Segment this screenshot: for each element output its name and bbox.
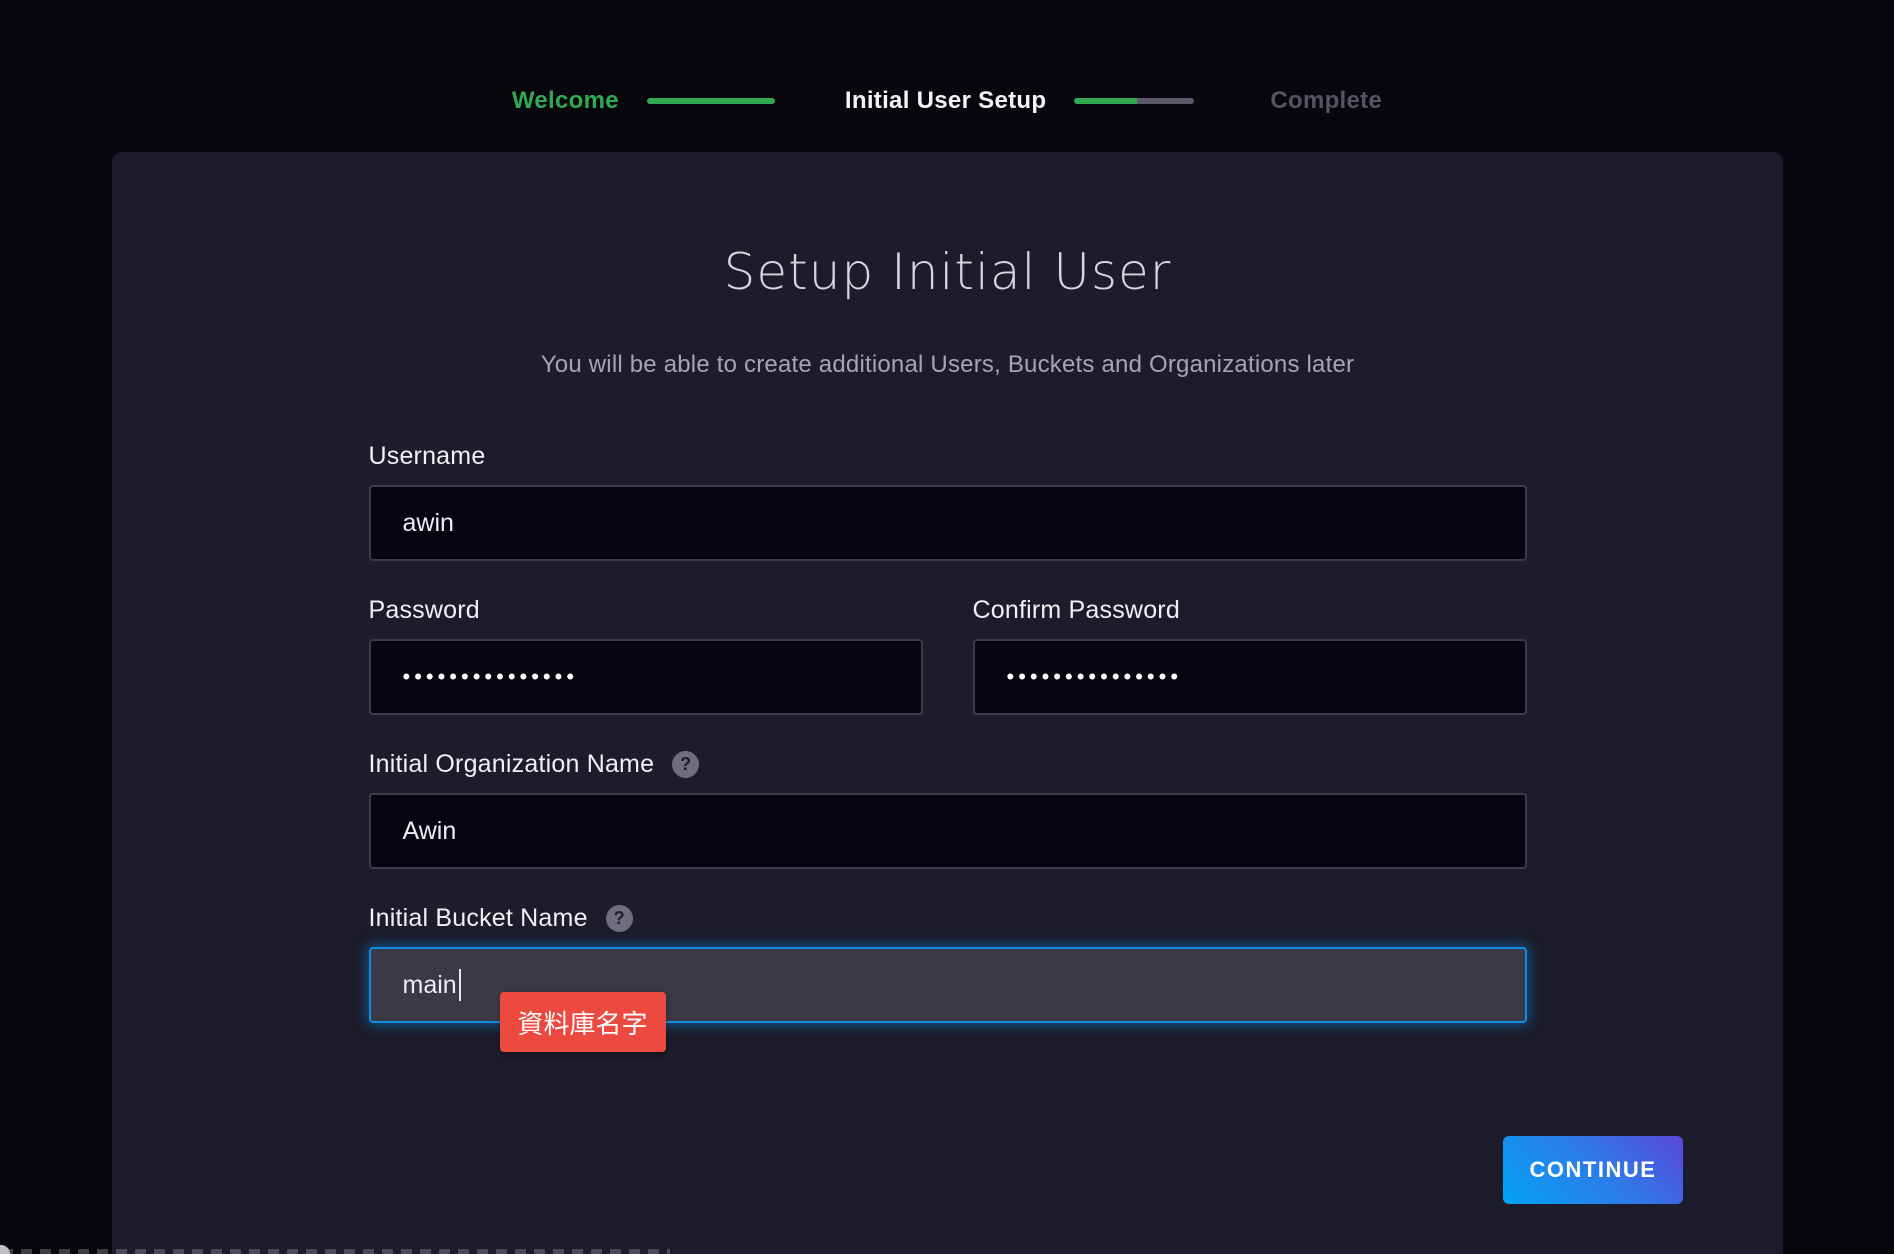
stepper-progress-line-2 [1074,98,1194,104]
text-caret [459,969,461,1001]
question-mark-icon[interactable]: ? [606,905,633,932]
confirm-password-value: ••••••••••••••• [1007,664,1183,690]
organization-block: Initial Organization Name ? Awin [369,749,1527,869]
bucket-input-wrapper: main 資料庫名字 [369,947,1527,1023]
password-block: Password ••••••••••••••• [369,595,923,715]
continue-button[interactable]: CONTINUE [1503,1136,1683,1204]
stepper-step-complete-label: Complete [1270,87,1382,114]
username-label: Username [369,441,1527,471]
bucket-value: main [403,971,457,1000]
setup-stepper: Welcome Initial User Setup Complete [0,78,1894,124]
password-input[interactable]: ••••••••••••••• [369,639,923,715]
initial-user-form: Username awin Password ••••••••••••••• [369,441,1527,1023]
stepper-step-initial-user-setup[interactable]: Initial User Setup [845,87,1046,115]
confirm-password-input[interactable]: ••••••••••••••• [973,639,1527,715]
setup-card: Setup Initial User You will be able to c… [112,152,1783,1254]
stepper-step-initial-user-setup-label: Initial User Setup [845,87,1046,114]
question-mark-icon[interactable]: ? [672,751,699,778]
stepper-progress-line-1 [647,98,775,104]
organization-input[interactable]: Awin [369,793,1527,869]
clipped-cursor-artifact [0,1245,10,1254]
page-subtitle: You will be able to create additional Us… [112,350,1783,380]
password-row: Password ••••••••••••••• Confirm Passwor… [369,595,1527,715]
stepper-step-welcome-label: Welcome [512,87,619,114]
page-title: Setup Initial User [112,242,1783,302]
password-label: Password [369,595,923,625]
username-block: Username awin [369,441,1527,561]
confirm-password-block: Confirm Password ••••••••••••••• [973,595,1527,715]
organization-label: Initial Organization Name ? [369,749,1527,779]
username-input[interactable]: awin [369,485,1527,561]
bucket-tooltip-text: 資料庫名字 [518,1004,648,1041]
bucket-label: Initial Bucket Name ? [369,903,1527,933]
stepper-progress-line-2-fill [1074,98,1136,104]
stepper-step-complete[interactable]: Complete [1270,87,1382,115]
password-value: ••••••••••••••• [403,664,579,690]
bucket-tooltip: 資料庫名字 [500,992,666,1052]
organization-value: Awin [403,817,457,846]
bucket-block: Initial Bucket Name ? main 資料庫名字 [369,903,1527,1023]
username-value: awin [403,509,454,538]
confirm-password-label: Confirm Password [973,595,1527,625]
onboarding-page: Welcome Initial User Setup Complete Setu… [0,0,1894,1254]
clipped-text-strip [2,1249,670,1254]
stepper-step-welcome[interactable]: Welcome [512,87,619,115]
